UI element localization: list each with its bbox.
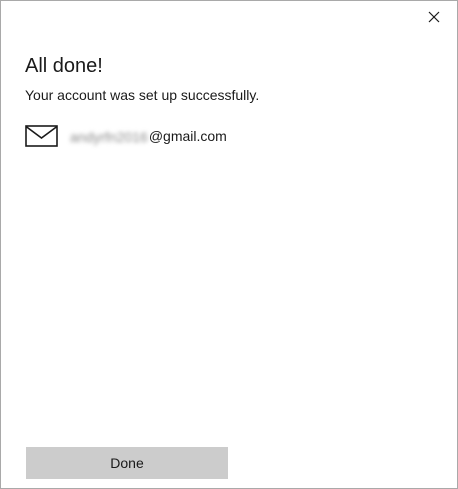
- setup-complete-dialog: All done! Your account was set up succes…: [0, 0, 458, 489]
- dialog-title: All done!: [25, 55, 103, 77]
- account-email: andyrfn2016 @gmail.com: [70, 127, 227, 145]
- account-row: andyrfn2016 @gmail.com: [25, 124, 227, 148]
- close-icon: [428, 11, 440, 23]
- account-email-domain: @gmail.com: [148, 128, 227, 144]
- done-button[interactable]: Done: [26, 447, 228, 479]
- close-button[interactable]: [419, 3, 449, 31]
- dialog-subtitle: Your account was set up successfully.: [25, 87, 260, 103]
- mail-icon: [25, 125, 58, 147]
- account-email-user: andyrfn2016: [70, 129, 148, 145]
